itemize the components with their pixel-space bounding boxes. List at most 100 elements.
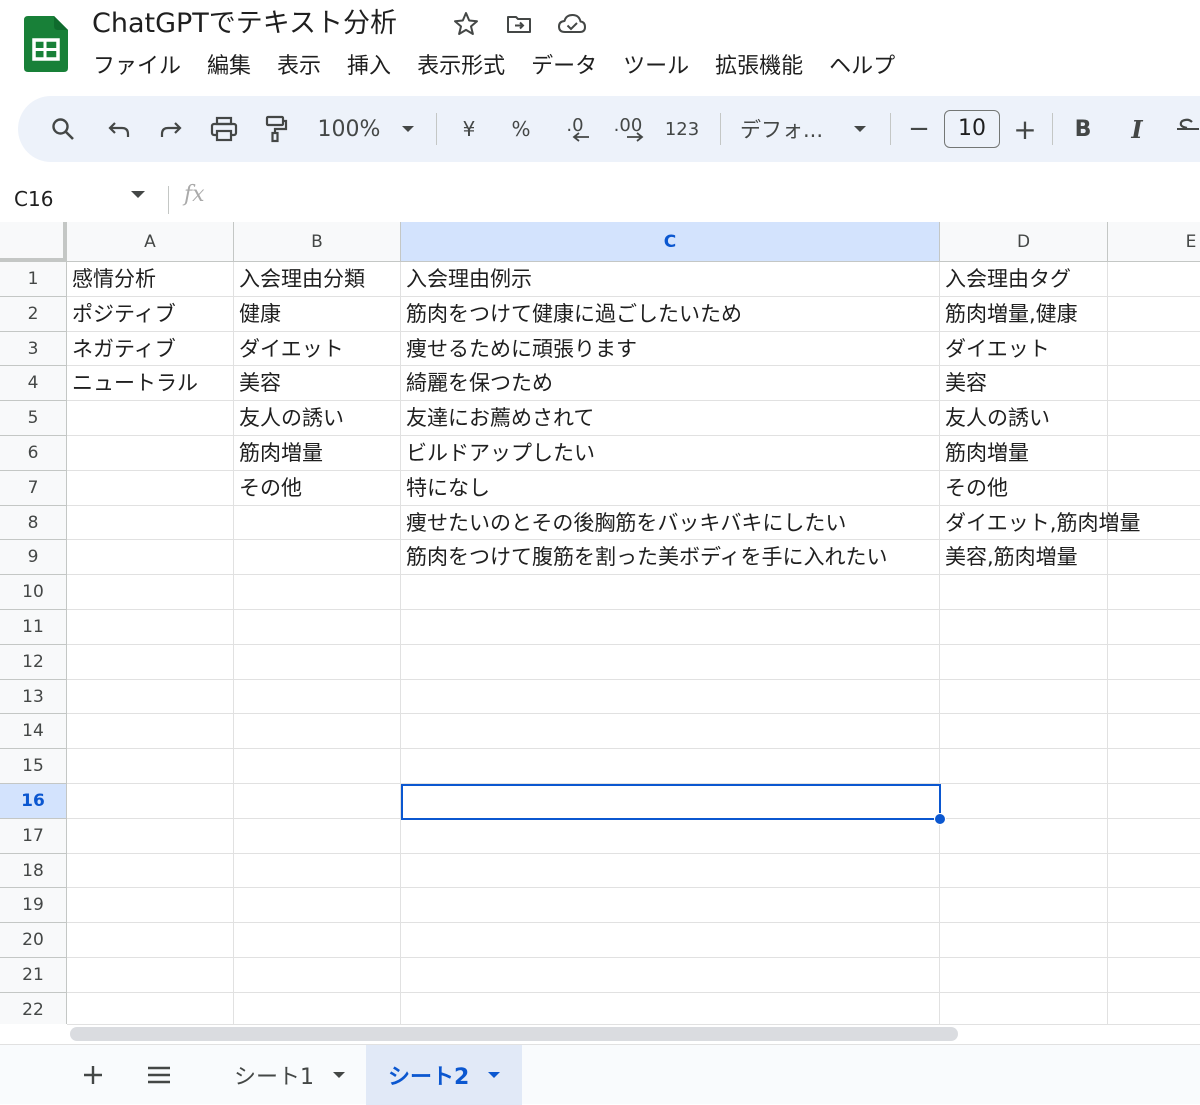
cell-a6[interactable] (67, 436, 234, 471)
cell-a12[interactable] (67, 644, 234, 680)
cell-a15[interactable] (67, 749, 234, 784)
cell-b10[interactable] (234, 575, 401, 610)
formula-input[interactable] (232, 184, 1172, 214)
percent-format-button[interactable]: % (506, 96, 536, 162)
cell-c22[interactable] (401, 992, 940, 1024)
cell-d16[interactable] (940, 784, 1108, 819)
cell-a9[interactable] (67, 540, 234, 576)
cell-c17[interactable] (401, 818, 940, 854)
row-header-15[interactable]: 15 (0, 749, 67, 784)
cell-c16[interactable] (401, 784, 940, 819)
cell-d22[interactable] (940, 992, 1108, 1024)
cell-e20[interactable] (1108, 923, 1200, 958)
document-title[interactable]: ChatGPTでテキスト分析 (92, 6, 397, 42)
cell-b5[interactable]: 友人の誘い (234, 401, 401, 436)
cell-a3[interactable]: ネガティブ (67, 331, 234, 367)
cell-c1[interactable]: 入会理由例示 (401, 262, 940, 297)
cell-d20[interactable] (940, 923, 1108, 958)
cell-b8[interactable] (234, 505, 401, 541)
sheets-logo[interactable] (24, 16, 68, 72)
cell-c5[interactable]: 友達にお薦めされて (401, 401, 940, 436)
cell-c3[interactable]: 痩せるために頑張ります (401, 331, 940, 367)
cell-b1[interactable]: 入会理由分類 (234, 262, 401, 297)
font-dropdown-icon[interactable] (848, 96, 872, 162)
decrease-decimal-button[interactable]: .0 (558, 96, 592, 162)
cell-b20[interactable] (234, 923, 401, 958)
cloud-status-icon[interactable] (556, 10, 588, 38)
cell-c2[interactable]: 筋肉をつけて健康に過ごしたいため (401, 296, 940, 332)
increase-decimal-button[interactable]: .00 (610, 96, 646, 162)
cell-c13[interactable] (401, 679, 940, 715)
cell-a5[interactable] (67, 401, 234, 436)
print-icon[interactable] (206, 96, 242, 162)
cell-d14[interactable] (940, 714, 1108, 750)
cell-a21[interactable] (67, 958, 234, 993)
paint-format-icon[interactable] (260, 96, 292, 162)
cell-d21[interactable] (940, 958, 1108, 993)
cell-a10[interactable] (67, 575, 234, 610)
menu-extensions[interactable]: 拡張機能 (702, 50, 816, 84)
cell-e13[interactable] (1108, 680, 1200, 715)
cell-c10[interactable] (401, 575, 940, 610)
cell-b13[interactable] (234, 679, 401, 715)
sheet-tab-2[interactable]: シート2 (366, 1045, 522, 1105)
cell-a2[interactable]: ポジティブ (67, 296, 234, 332)
cell-b15[interactable] (234, 749, 401, 784)
row-header-21[interactable]: 21 (0, 958, 67, 993)
cell-b6[interactable]: 筋肉増量 (234, 436, 401, 471)
strikethrough-icon[interactable] (1174, 96, 1200, 162)
column-header-d[interactable]: D (940, 222, 1108, 262)
cell-e8[interactable] (1108, 506, 1200, 541)
cell-e7[interactable] (1108, 471, 1200, 506)
column-header-e[interactable]: E (1108, 222, 1200, 262)
cell-b7[interactable]: その他 (234, 470, 401, 506)
cell-c8[interactable]: 痩せたいのとその後胸筋をバッキバキにしたい (401, 505, 940, 541)
cell-c21[interactable] (401, 958, 940, 993)
menu-format[interactable]: 表示形式 (404, 50, 518, 84)
cell-a1[interactable]: 感情分析 (67, 262, 234, 297)
cell-e4[interactable] (1108, 366, 1200, 402)
cell-c19[interactable] (401, 888, 940, 924)
row-header-2[interactable]: 2 (0, 296, 67, 332)
search-icon[interactable] (46, 96, 80, 162)
cell-e19[interactable] (1108, 888, 1200, 924)
add-sheet-button[interactable] (76, 1045, 110, 1105)
horizontal-scrollbar-thumb[interactable] (70, 1027, 958, 1041)
cell-d5[interactable]: 友人の誘い (940, 401, 1108, 436)
cell-c4[interactable]: 綺麗を保つため (401, 366, 940, 402)
row-header-8[interactable]: 8 (0, 505, 67, 541)
cell-c12[interactable] (401, 644, 940, 680)
currency-format-button[interactable]: ¥ (454, 96, 484, 162)
row-header-6[interactable]: 6 (0, 436, 67, 471)
cell-a11[interactable] (67, 610, 234, 645)
row-header-1[interactable]: 1 (0, 262, 67, 297)
menu-tools[interactable]: ツール (610, 50, 702, 84)
row-header-18[interactable]: 18 (0, 853, 67, 889)
cell-b12[interactable] (234, 644, 401, 680)
cell-c11[interactable] (401, 610, 940, 645)
menu-file[interactable]: ファイル (80, 50, 194, 84)
row-header-11[interactable]: 11 (0, 610, 67, 645)
cell-a19[interactable] (67, 888, 234, 924)
cell-b19[interactable] (234, 888, 401, 924)
cell-b11[interactable] (234, 610, 401, 645)
row-header-17[interactable]: 17 (0, 818, 67, 854)
name-box[interactable]: C16 (14, 184, 53, 214)
column-header-b[interactable]: B (234, 222, 401, 262)
menu-help[interactable]: ヘルプ (816, 50, 908, 84)
cell-a7[interactable] (67, 470, 234, 506)
menu-insert[interactable]: 挿入 (334, 50, 404, 84)
row-header-3[interactable]: 3 (0, 331, 67, 367)
cell-e2[interactable] (1108, 297, 1200, 332)
menu-view[interactable]: 表示 (264, 50, 334, 84)
cell-e1[interactable] (1108, 262, 1200, 297)
sheet-tab-dropdown-icon[interactable] (332, 1071, 346, 1079)
move-folder-icon[interactable] (505, 10, 533, 38)
cell-e17[interactable] (1108, 819, 1200, 854)
star-icon[interactable] (452, 10, 480, 38)
decrease-font-size-button[interactable]: − (906, 96, 932, 162)
cell-d3[interactable]: ダイエット (940, 331, 1108, 367)
cell-d9[interactable]: 美容,筋肉増量 (940, 540, 1108, 576)
row-header-12[interactable]: 12 (0, 644, 67, 680)
select-all-corner[interactable] (0, 222, 67, 262)
